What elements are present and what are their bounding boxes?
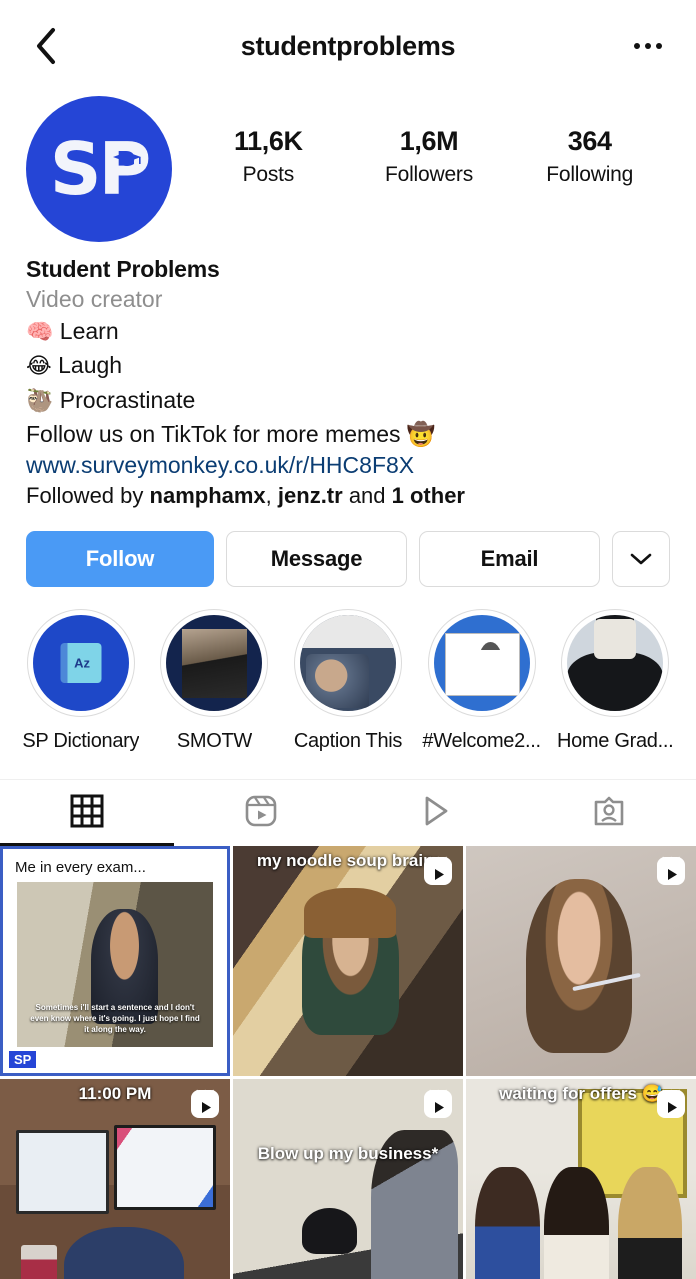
highlight-sp-dictionary[interactable]: SP Dictionary xyxy=(14,609,148,753)
mutual-follower-2[interactable]: jenz.tr xyxy=(278,483,343,508)
post-thumbnail[interactable] xyxy=(466,846,696,1077)
reels-icon xyxy=(422,855,454,892)
more-options-button[interactable] xyxy=(626,26,670,66)
chevron-down-icon xyxy=(630,546,652,572)
reels-icon xyxy=(655,855,687,892)
highlight-caption-this[interactable]: Caption This xyxy=(281,609,415,753)
stat-posts[interactable]: 11,6K Posts xyxy=(188,126,349,187)
message-button[interactable]: Message xyxy=(226,531,407,588)
highlight-ring xyxy=(160,609,269,718)
followers-count: 1,6M xyxy=(399,126,459,156)
follow-button[interactable]: Follow xyxy=(26,531,214,588)
tagged-person-icon xyxy=(592,794,626,833)
bio-line-text: Procrastinate xyxy=(59,386,196,413)
story-highlights: SP Dictionary SMOTW Caption This #Welcom… xyxy=(0,587,696,753)
profile-content-tabs xyxy=(0,779,696,847)
grid-icon xyxy=(70,794,104,833)
highlight-label: SP Dictionary xyxy=(22,730,140,753)
stat-followers[interactable]: 1,6M Followers xyxy=(349,126,510,187)
posts-count: 11,6K xyxy=(234,126,303,156)
posts-label: Posts xyxy=(242,163,295,186)
profile-bio: Student Problems Video creator 🧠 Learn 😂… xyxy=(0,242,696,509)
following-label: Following xyxy=(546,163,634,186)
post-thumbnail[interactable]: waiting for offers 😅 xyxy=(466,1079,696,1279)
tab-grid[interactable] xyxy=(0,780,174,847)
highlight-ring xyxy=(293,609,402,718)
highlight-cover-image xyxy=(166,615,263,712)
tab-tagged[interactable] xyxy=(522,780,696,846)
top-navigation-bar: studentproblems xyxy=(0,0,696,92)
bio-line-text: Learn xyxy=(59,318,119,344)
highlight-label: Caption This xyxy=(293,730,403,753)
avatar-initials: SP xyxy=(49,127,152,211)
post-thumbnail[interactable]: Blow up my business* xyxy=(233,1079,463,1279)
post-thumbnail[interactable]: Me in every exam... Sometimes i'll start… xyxy=(0,846,230,1077)
bio-tiktok-line: Follow us on TikTok for more memes 🤠 xyxy=(26,420,436,447)
bio-line-text: Laugh xyxy=(58,352,123,379)
highlight-ring xyxy=(427,609,536,718)
bio-line: 😂 Laugh xyxy=(26,350,670,381)
post-inner-image: Sometimes i'll start a sentence and I do… xyxy=(17,882,213,1048)
sloth-emoji-icon: 🦥 xyxy=(26,388,54,414)
followed-by-text: Followed by namphamx, jenz.tr and 1 othe… xyxy=(26,483,670,509)
page-title: studentproblems xyxy=(240,30,456,61)
back-button[interactable] xyxy=(26,26,66,66)
more-options-icon xyxy=(634,43,662,49)
highlight-label: #Welcome2... xyxy=(422,730,541,753)
highlight-ring xyxy=(561,609,670,718)
highlight-welcome2[interactable]: #Welcome2... xyxy=(415,609,549,753)
post-watermark: SP xyxy=(9,1051,37,1069)
email-button[interactable]: Email xyxy=(419,531,600,588)
post-grid: Me in every exam... Sometimes i'll start… xyxy=(0,846,696,1279)
mutual-follower-1[interactable]: namphamx xyxy=(150,483,266,508)
post-image: Me in every exam... Sometimes i'll start… xyxy=(0,846,230,1077)
post-caption-text: Blow up my business* xyxy=(257,1143,439,1163)
tab-igtv[interactable] xyxy=(348,780,522,846)
highlight-cover-image xyxy=(567,615,664,712)
reels-icon xyxy=(189,1088,221,1125)
profile-summary: SP 11,6K Posts 1,6M Followers 364 Follow… xyxy=(0,92,696,242)
avatar[interactable]: SP xyxy=(26,96,172,242)
followed-by-separator: , xyxy=(265,483,278,509)
profile-category: Video creator xyxy=(26,286,163,312)
profile-action-buttons: Follow Message Email xyxy=(0,509,696,588)
profile-website-link[interactable]: www.surveymonkey.co.uk/r/HHC8F8X xyxy=(26,452,670,479)
play-icon xyxy=(418,794,452,833)
highlight-cover-image xyxy=(299,615,396,712)
post-inner-caption: Sometimes i'll start a sentence and I do… xyxy=(30,1003,200,1034)
reels-icon xyxy=(244,794,278,833)
stat-following[interactable]: 364 Following xyxy=(509,126,670,187)
reels-icon xyxy=(655,1088,687,1125)
highlight-label: Home Grad... xyxy=(556,730,674,753)
highlight-smotw[interactable]: SMOTW xyxy=(148,609,282,753)
followed-by-prefix: Followed by xyxy=(26,483,150,509)
graduation-cap-icon xyxy=(112,150,142,168)
highlight-label: SMOTW xyxy=(176,730,252,753)
highlight-cover-image xyxy=(32,615,129,712)
followers-label: Followers xyxy=(384,163,474,186)
bio-line: 🦥 Procrastinate xyxy=(26,385,670,416)
post-thumbnail[interactable]: my noodle soup brain: xyxy=(233,846,463,1077)
highlight-cover-image xyxy=(433,615,530,712)
laughing-emoji-icon: 😂 xyxy=(26,354,52,380)
reels-icon xyxy=(422,1088,454,1125)
more-actions-button[interactable] xyxy=(612,531,670,588)
brain-emoji-icon: 🧠 xyxy=(26,320,54,345)
following-count: 364 xyxy=(567,126,612,156)
tab-reels[interactable] xyxy=(174,780,348,846)
highlight-ring xyxy=(26,609,135,718)
bio-line: 🧠 Learn xyxy=(26,316,670,347)
mutual-followers-others[interactable]: 1 other xyxy=(392,483,465,508)
highlight-home-grad[interactable]: Home Grad... xyxy=(548,609,682,753)
post-image-detail xyxy=(466,1166,696,1279)
post-thumbnail[interactable]: 11:00 PM xyxy=(0,1079,230,1279)
profile-display-name: Student Problems xyxy=(26,256,220,282)
post-caption-text: Me in every exam... xyxy=(15,859,146,877)
post-image-detail xyxy=(20,1244,58,1279)
followed-by-and: and xyxy=(342,483,392,509)
profile-stats: 11,6K Posts 1,6M Followers 364 Following xyxy=(172,96,670,187)
chevron-left-icon xyxy=(33,26,59,66)
